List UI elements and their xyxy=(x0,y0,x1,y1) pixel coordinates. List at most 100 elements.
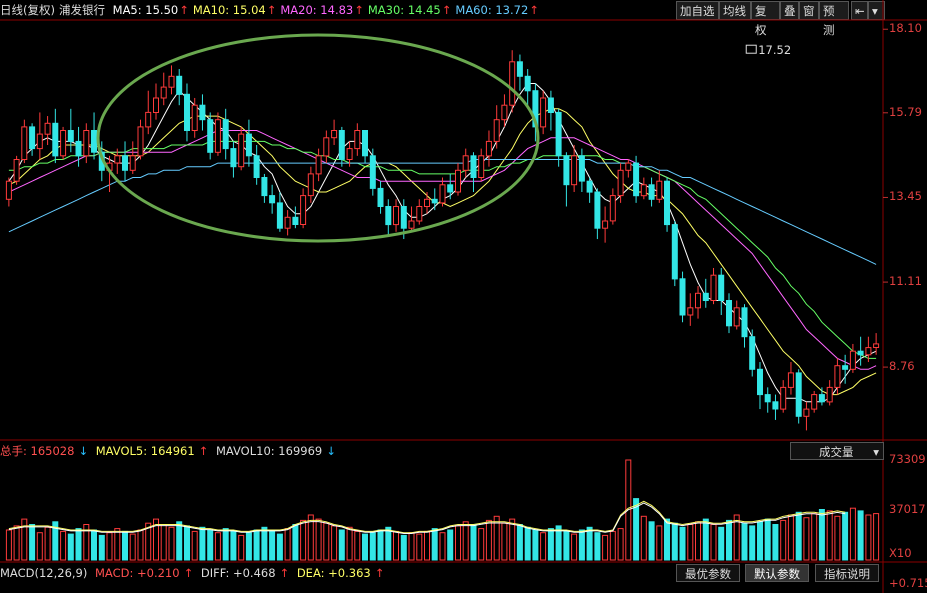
volume-bar[interactable] xyxy=(346,526,353,561)
volume-bar[interactable] xyxy=(245,532,252,561)
volume-bar[interactable] xyxy=(780,519,787,561)
candle[interactable] xyxy=(501,104,508,121)
candle[interactable] xyxy=(455,169,461,193)
volume-bar[interactable] xyxy=(36,532,43,561)
candle[interactable] xyxy=(764,394,771,403)
volume-bar[interactable] xyxy=(222,528,229,561)
candle[interactable] xyxy=(377,187,384,207)
candle[interactable] xyxy=(354,130,361,150)
candle[interactable] xyxy=(238,133,245,168)
volume-bar[interactable] xyxy=(191,530,198,561)
indicator-tab[interactable]: 最优参数 xyxy=(676,564,740,582)
candle[interactable] xyxy=(617,169,624,197)
candle[interactable] xyxy=(122,155,128,171)
volume-bar[interactable] xyxy=(648,521,655,561)
volume-bar[interactable] xyxy=(795,511,802,561)
candle[interactable] xyxy=(842,365,849,370)
candle[interactable] xyxy=(408,220,415,229)
candle[interactable] xyxy=(269,195,276,204)
candle[interactable] xyxy=(873,343,880,348)
candle[interactable] xyxy=(648,184,655,200)
volume-bar[interactable] xyxy=(29,524,36,561)
candle[interactable] xyxy=(284,216,291,229)
volume-bar[interactable] xyxy=(617,528,624,561)
candle[interactable] xyxy=(625,162,632,171)
volume-bar[interactable] xyxy=(524,526,531,561)
volume-bar[interactable] xyxy=(176,521,183,561)
volume-bar[interactable] xyxy=(269,530,276,561)
volume-bar[interactable] xyxy=(338,529,345,561)
candle[interactable] xyxy=(509,61,516,106)
candle[interactable] xyxy=(253,155,260,179)
volume-bar[interactable] xyxy=(749,525,756,561)
candle[interactable] xyxy=(191,104,198,131)
volume-bar[interactable] xyxy=(385,526,392,561)
candle[interactable] xyxy=(578,155,585,182)
candle[interactable] xyxy=(261,177,268,197)
candle[interactable] xyxy=(184,93,190,132)
volume-bar[interactable] xyxy=(184,525,190,561)
volume-bar[interactable] xyxy=(292,524,299,561)
candle[interactable] xyxy=(168,75,175,88)
volume-bar[interactable] xyxy=(91,529,97,561)
volume-bar[interactable] xyxy=(485,519,492,561)
candle[interactable] xyxy=(385,206,392,226)
candle[interactable] xyxy=(346,148,353,161)
candle[interactable] xyxy=(83,130,90,157)
candle[interactable] xyxy=(547,97,554,113)
candle[interactable] xyxy=(424,198,430,208)
candle[interactable] xyxy=(834,365,841,388)
candle[interactable] xyxy=(516,61,523,77)
candle[interactable] xyxy=(160,86,167,99)
volume-bar[interactable] xyxy=(199,526,206,561)
candle[interactable] xyxy=(602,220,609,229)
candle[interactable] xyxy=(199,104,206,121)
candle[interactable] xyxy=(811,394,818,410)
volume-bar[interactable] xyxy=(354,530,361,561)
candle[interactable] xyxy=(114,155,121,164)
candle[interactable] xyxy=(718,274,725,302)
volume-bar[interactable] xyxy=(276,533,283,561)
volume-bar[interactable] xyxy=(21,518,28,561)
volume-bar[interactable] xyxy=(478,528,485,561)
volume-bar[interactable] xyxy=(849,507,856,561)
volume-bar[interactable] xyxy=(300,519,307,561)
chart-svg[interactable]: 17.527.01 xyxy=(0,0,927,593)
candle[interactable] xyxy=(540,97,547,128)
volume-bar[interactable] xyxy=(547,528,554,561)
candle[interactable] xyxy=(470,155,477,179)
candle[interactable] xyxy=(640,184,647,197)
volume-bar[interactable] xyxy=(501,522,508,561)
volume-bar[interactable] xyxy=(377,529,384,561)
volume-bar[interactable] xyxy=(60,530,67,561)
candle[interactable] xyxy=(757,368,763,396)
volume-bar[interactable] xyxy=(516,524,523,561)
volume-bar[interactable] xyxy=(764,518,771,561)
candle[interactable] xyxy=(857,350,864,356)
candle[interactable] xyxy=(331,130,338,139)
candle[interactable] xyxy=(222,119,229,150)
volume-bar[interactable] xyxy=(416,533,423,561)
volume-bar[interactable] xyxy=(424,530,430,561)
candle[interactable] xyxy=(865,347,872,356)
candle[interactable] xyxy=(44,122,51,135)
volume-bar[interactable] xyxy=(214,532,221,561)
volume-bar[interactable] xyxy=(787,514,794,561)
volume-bar[interactable] xyxy=(67,533,74,561)
volume-bar[interactable] xyxy=(873,513,880,561)
volume-bar[interactable] xyxy=(439,532,446,561)
volume-bar[interactable] xyxy=(5,529,12,561)
candle[interactable] xyxy=(67,130,74,142)
volume-bar[interactable] xyxy=(710,524,717,561)
candle[interactable] xyxy=(656,180,663,200)
candle[interactable] xyxy=(13,159,20,182)
volume-bar[interactable] xyxy=(803,517,810,561)
volume-bar[interactable] xyxy=(757,521,763,561)
volume-bar[interactable] xyxy=(609,530,616,561)
volume-bar[interactable] xyxy=(253,529,260,561)
volume-bar[interactable] xyxy=(578,529,585,561)
volume-bar[interactable] xyxy=(664,518,670,561)
candle[interactable] xyxy=(315,155,322,175)
volume-bar[interactable] xyxy=(772,524,779,561)
volume-bar[interactable] xyxy=(431,528,438,561)
